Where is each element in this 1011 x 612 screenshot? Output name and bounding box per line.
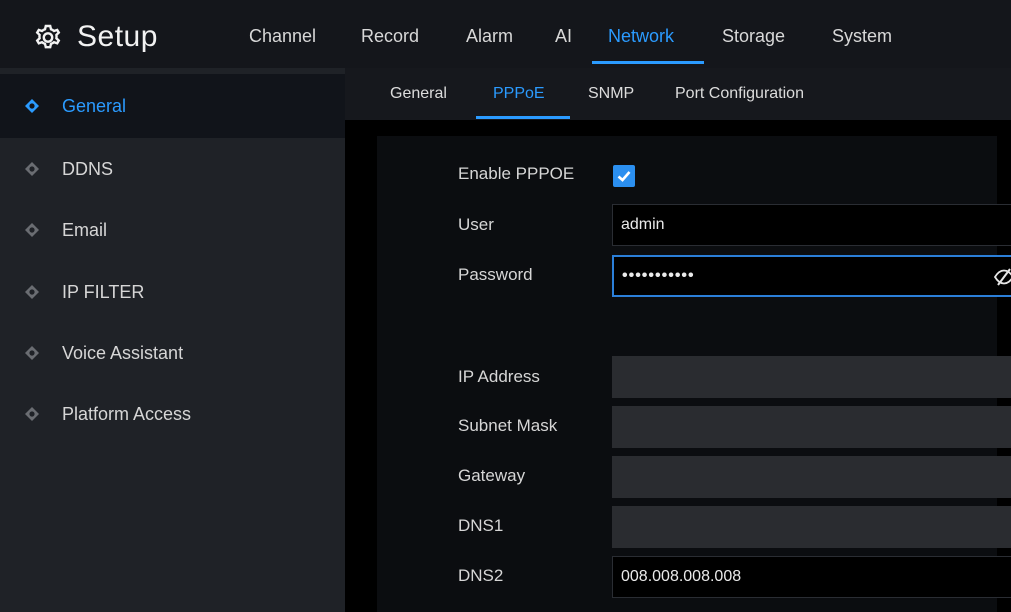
- enable-pppoe-label: Enable PPPOE: [458, 164, 575, 183]
- nav-ai[interactable]: AI: [555, 26, 572, 47]
- top-bar: Setup Channel Record Alarm AI Network St…: [0, 0, 1011, 68]
- gateway-input[interactable]: [612, 456, 1011, 498]
- sidebar-item-email[interactable]: Email: [0, 198, 345, 262]
- password-input[interactable]: •••••••••••: [612, 255, 1011, 297]
- main-panel: General PPPoE SNMP Port Configuration En…: [345, 68, 1011, 612]
- tab-general[interactable]: General: [390, 85, 447, 103]
- nav-alarm[interactable]: Alarm: [466, 26, 513, 47]
- nav-channel[interactable]: Channel: [249, 26, 316, 47]
- dns1-input[interactable]: [612, 506, 1011, 548]
- diamond-icon: [25, 346, 39, 360]
- tab-port-configuration[interactable]: Port Configuration: [675, 85, 804, 103]
- user-input[interactable]: admin: [612, 204, 1011, 246]
- sidebar-item-label: Platform Access: [62, 403, 192, 424]
- diamond-icon: [25, 407, 39, 421]
- subtab-bar: General PPPoE SNMP Port Configuration: [345, 68, 1011, 120]
- diamond-icon: [25, 162, 39, 176]
- subnet-mask-label: Subnet Mask: [458, 416, 558, 435]
- dns2-label: DNS2: [458, 566, 504, 585]
- eye-off-icon[interactable]: [993, 266, 1011, 288]
- nav-record[interactable]: Record: [361, 26, 419, 47]
- nav-storage[interactable]: Storage: [722, 26, 785, 47]
- tab-active-indicator: [476, 116, 570, 119]
- sidebar-item-ip-filter[interactable]: IP FILTER: [0, 260, 345, 324]
- sidebar-item-label: General: [62, 95, 127, 116]
- user-label: User: [458, 215, 494, 234]
- sidebar-item-platform-access[interactable]: Platform Access: [0, 382, 345, 446]
- sidebar-item-general[interactable]: General: [0, 74, 345, 138]
- sidebar-item-label: Email: [62, 219, 108, 240]
- sidebar-item-ddns[interactable]: DDNS: [0, 137, 345, 201]
- dns2-value: 008.008.008.008: [621, 568, 742, 585]
- sidebar-item-label: Voice Assistant: [62, 342, 184, 363]
- gear-icon: [35, 24, 61, 49]
- setup-header: Setup: [33, 20, 158, 54]
- password-value: •••••••••••: [622, 267, 695, 284]
- sidebar-item-label: DDNS: [62, 158, 114, 179]
- password-label: Password: [458, 265, 533, 284]
- ip-address-label: IP Address: [458, 367, 540, 386]
- diamond-icon: [25, 285, 39, 299]
- nav-system[interactable]: System: [832, 26, 892, 47]
- dns2-input[interactable]: 008.008.008.008: [612, 556, 1011, 598]
- diamond-icon: [25, 223, 39, 237]
- subnet-mask-input[interactable]: [612, 406, 1011, 448]
- tab-pppoe[interactable]: PPPoE: [493, 85, 545, 103]
- sidebar-item-voice-assistant[interactable]: Voice Assistant: [0, 321, 345, 385]
- enable-pppoe-checkbox[interactable]: [613, 165, 635, 187]
- user-value: admin: [621, 216, 665, 233]
- ip-address-input[interactable]: [612, 356, 1011, 398]
- page-title: Setup: [77, 20, 158, 53]
- sidebar: General DDNS Email IP FILTER Voice Assis…: [0, 68, 345, 612]
- pppoe-form: Enable PPPOE User admin Password •••••••…: [377, 136, 1011, 612]
- nav-active-indicator: [592, 61, 704, 64]
- diamond-icon: [25, 99, 39, 113]
- sidebar-item-label: IP FILTER: [62, 281, 145, 302]
- dns1-label: DNS1: [458, 516, 504, 535]
- check-icon: [617, 171, 631, 182]
- nav-network[interactable]: Network: [608, 26, 674, 47]
- gateway-label: Gateway: [458, 466, 526, 485]
- tab-snmp[interactable]: SNMP: [588, 85, 634, 103]
